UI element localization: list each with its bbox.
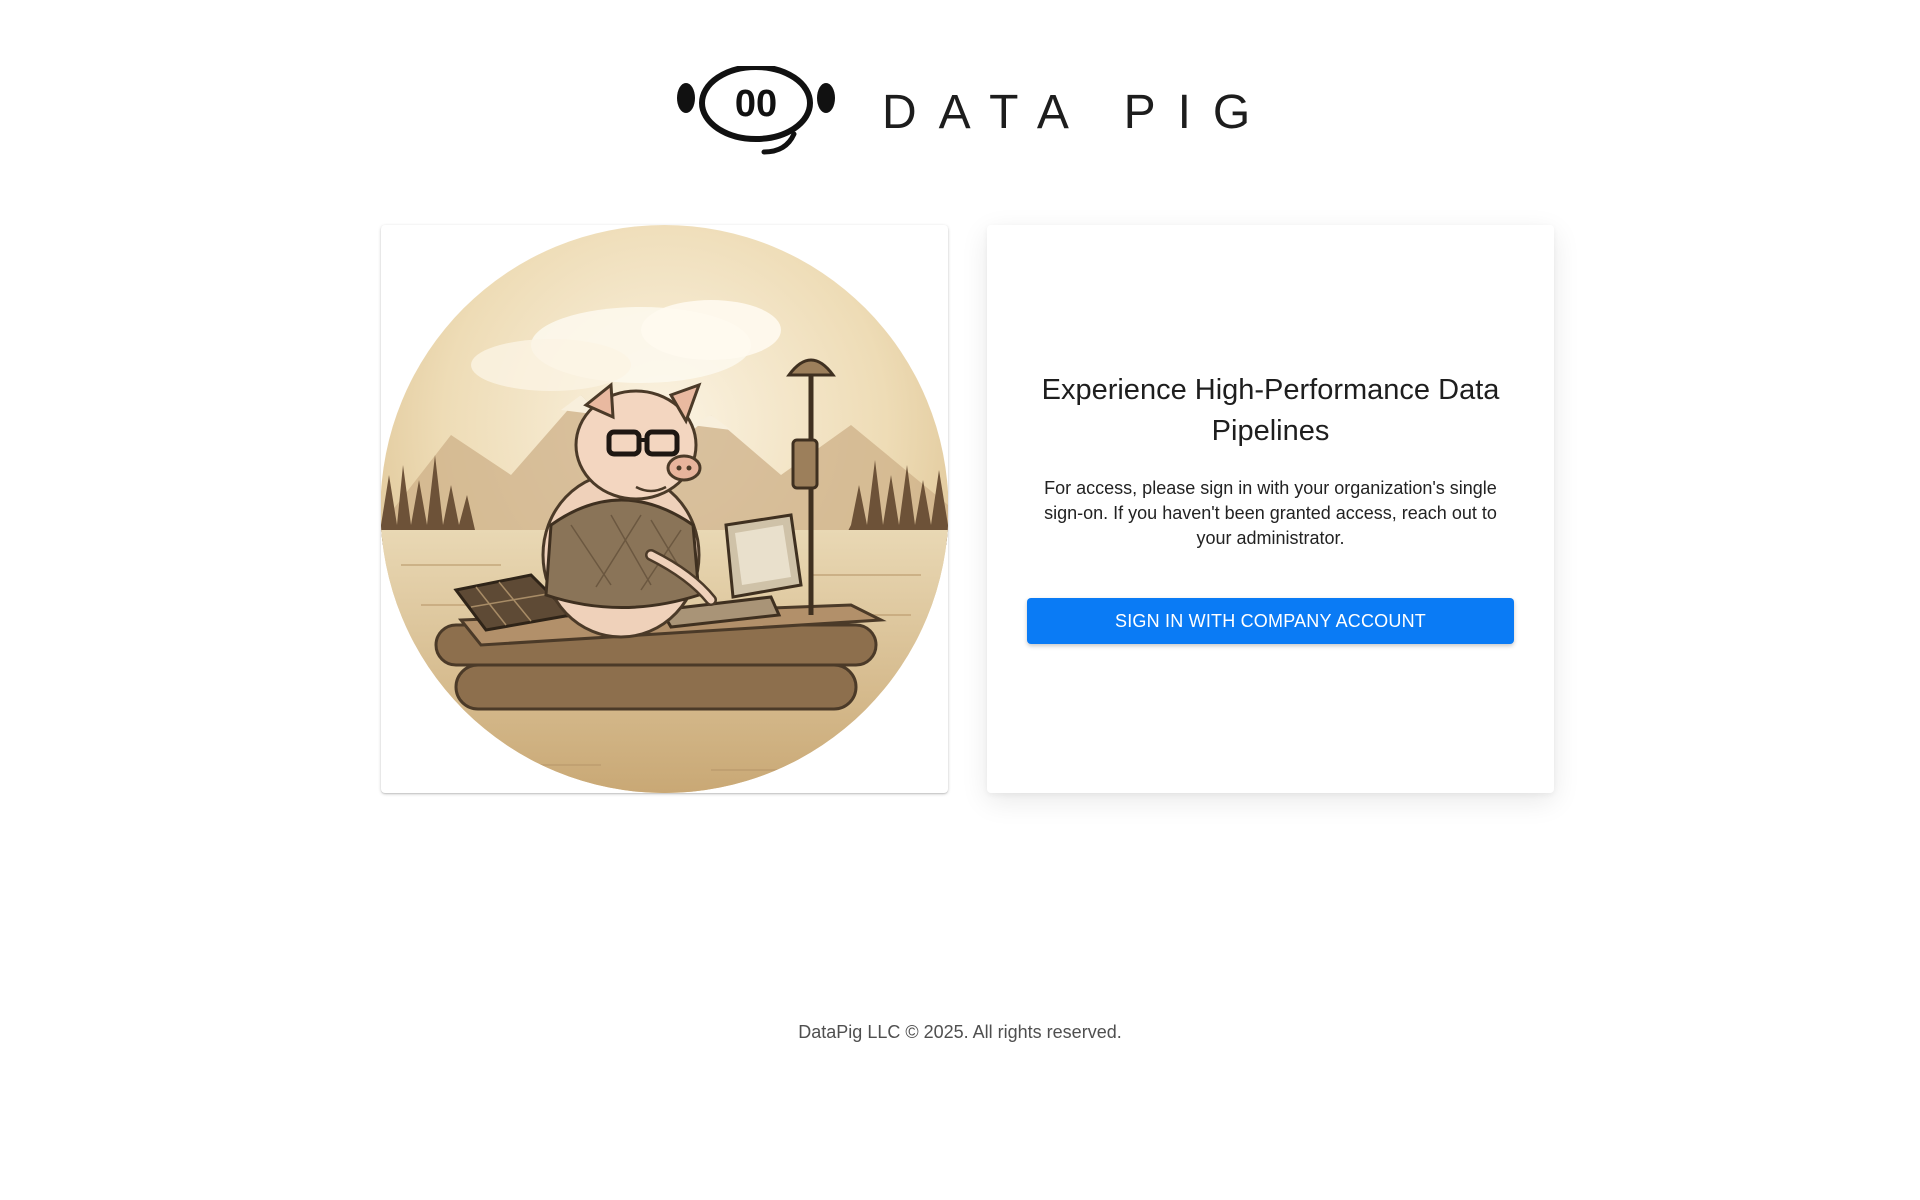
illustration-card — [381, 225, 948, 793]
svg-text:00: 00 — [735, 83, 777, 125]
brand-logo: 00 DATA PIG — [676, 66, 1272, 156]
login-headline: Experience High-Performance Data Pipelin… — [1041, 374, 1500, 447]
pig-at-computer-on-raft-icon — [381, 225, 948, 793]
login-card: Experience High-Performance Data Pipelin… — [987, 225, 1554, 793]
brand-name: DATA PIG — [882, 86, 1273, 139]
login-content: Experience High-Performance Data Pipelin… — [1027, 370, 1514, 644]
footer-copyright: DataPig LLC © 2025. All rights reserved. — [798, 1022, 1122, 1042]
sign-in-button[interactable]: SIGN IN WITH COMPANY ACCOUNT — [1027, 598, 1514, 644]
login-page: 00 DATA PIG Experience High-Performance … — [0, 0, 1920, 1200]
login-description: For access, please sign in with your org… — [1044, 478, 1497, 548]
pig-snout-icon: 00 — [677, 66, 835, 155]
